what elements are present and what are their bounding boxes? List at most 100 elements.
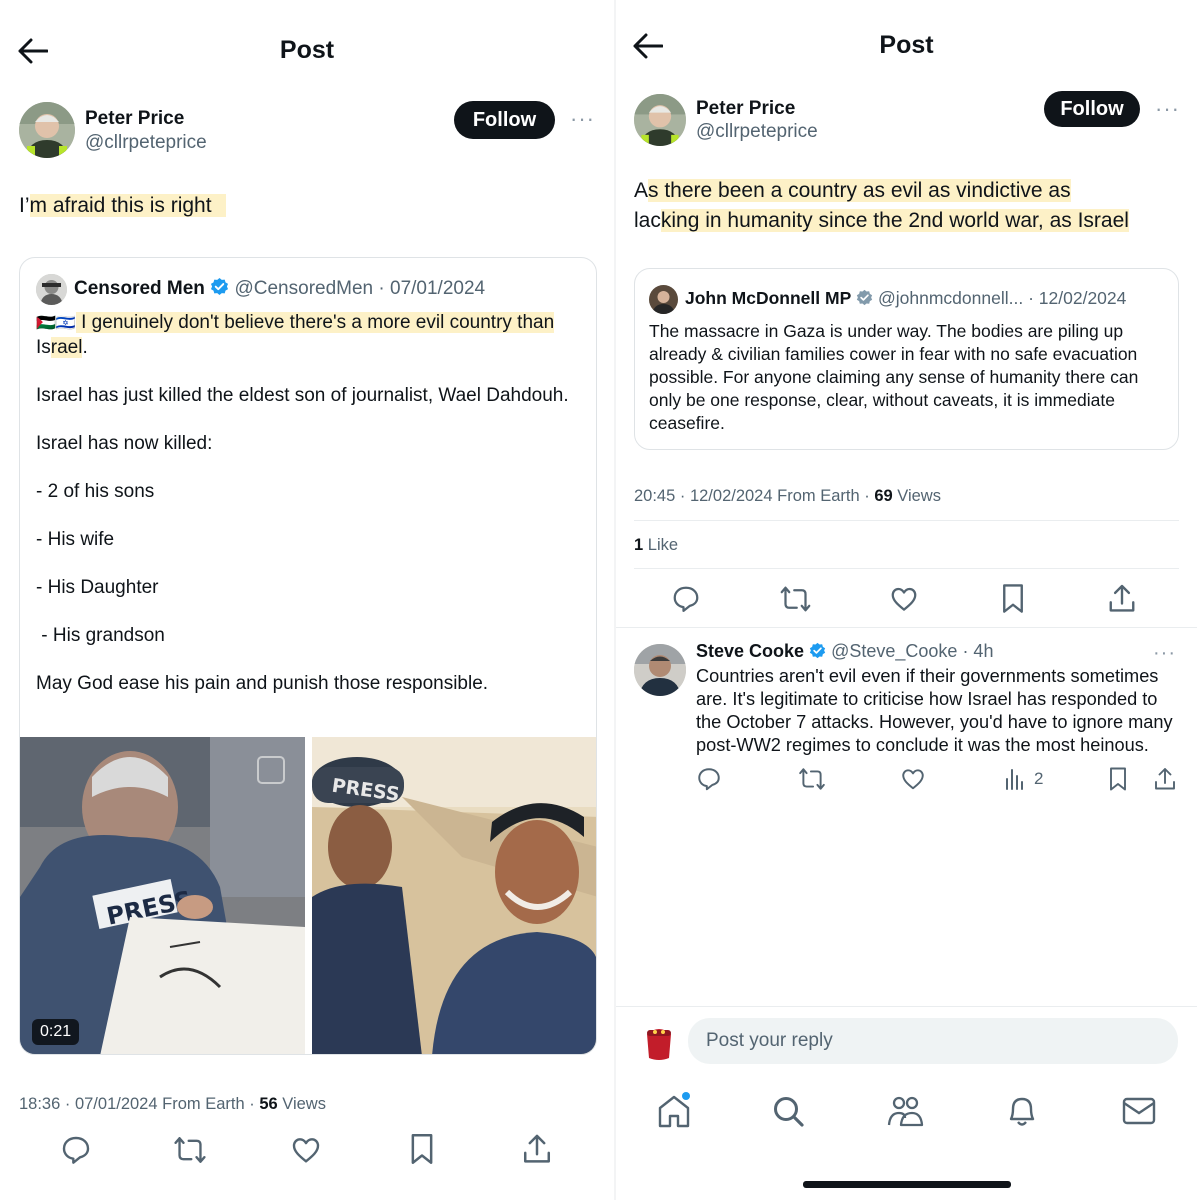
- quoted-line-2-pre: Is: [36, 337, 51, 358]
- likes-count: 1: [634, 536, 644, 554]
- quoted-highlight-2: rael: [50, 337, 83, 358]
- like-icon[interactable]: [900, 766, 926, 792]
- right-screenshot: Post Peter Price @cllrpeteprice Follow ·…: [616, 0, 1197, 1200]
- quoted-author-name[interactable]: Censored Men: [74, 278, 205, 299]
- quoted-header: Censored Men @CensoredMen · 07/01/2024: [74, 277, 485, 300]
- divider: [634, 568, 1179, 569]
- quoted-avatar[interactable]: [649, 285, 678, 314]
- share-icon[interactable]: [521, 1132, 553, 1166]
- reply-icon[interactable]: [671, 584, 701, 614]
- quoted-author-handle[interactable]: @johnmcdonnell...: [878, 288, 1023, 308]
- quoted-post[interactable]: John McDonnell MP @johnmcdonnell... · 12…: [634, 268, 1179, 450]
- post-text-highlighted: s there been a country as evil as vindic…: [648, 179, 1071, 202]
- author-name[interactable]: Peter Price: [696, 98, 795, 120]
- reply-icon[interactable]: [696, 766, 722, 792]
- post-line-2: lacking in humanity since the 2nd world …: [634, 206, 1184, 236]
- post-meta: 18:36 · 07/01/2024 From Earth · 56 Views: [19, 1095, 326, 1114]
- reply-input[interactable]: Post your reply: [688, 1018, 1178, 1064]
- quoted-date[interactable]: · 12/02/2024: [1028, 288, 1126, 308]
- home-indicator: [803, 1181, 1011, 1188]
- author-name[interactable]: Peter Price: [85, 108, 184, 130]
- like-icon[interactable]: [290, 1134, 322, 1166]
- reply-author-name[interactable]: Steve Cooke: [696, 641, 804, 661]
- retweet-icon[interactable]: [798, 766, 826, 792]
- post-text-highlighted: m afraid this is right: [29, 194, 226, 217]
- likes-label: Like: [643, 536, 679, 554]
- quoted-line-2: Israel.: [36, 336, 586, 360]
- retweet-icon[interactable]: [779, 584, 812, 614]
- post-meta: 20:45 · 12/02/2024 From Earth · 69 Views: [634, 487, 941, 506]
- quoted-paragraph: Israel has now killed:: [36, 433, 213, 454]
- author-handle[interactable]: @cllrpeteprice: [696, 121, 818, 143]
- more-icon[interactable]: ···: [570, 108, 595, 130]
- quoted-list-item: - 2 of his sons: [36, 481, 155, 502]
- views-button[interactable]: 2: [1004, 767, 1043, 791]
- quoted-author-name[interactable]: John McDonnell MP: [685, 288, 851, 308]
- messages-icon[interactable]: [1121, 1096, 1157, 1131]
- bookmark-icon[interactable]: [406, 1132, 438, 1166]
- avatar[interactable]: [19, 102, 75, 158]
- quoted-date[interactable]: · 07/01/2024: [378, 278, 485, 299]
- my-avatar[interactable]: [638, 1020, 680, 1062]
- quoted-paragraph: May God ease his pain and punish those r…: [36, 673, 489, 694]
- post-text-plain: I’: [19, 194, 30, 217]
- follow-button[interactable]: Follow: [1044, 91, 1140, 127]
- divider: [616, 1006, 1197, 1007]
- search-icon[interactable]: [771, 1094, 805, 1133]
- post-timestamp[interactable]: 18:36 · 07/01/2024 From Earth ·: [19, 1095, 259, 1113]
- avatar[interactable]: [634, 94, 686, 146]
- quoted-line-1: 🇵🇸🇮🇱 I genuinely don't believe there's a…: [36, 311, 586, 336]
- post-line-2-pre: lac: [634, 209, 661, 232]
- views-count: 56: [259, 1095, 278, 1113]
- views-count: 69: [874, 487, 893, 505]
- quoted-header: John McDonnell MP @johnmcdonnell... · 12…: [685, 288, 1126, 309]
- reply-avatar[interactable]: [634, 644, 686, 696]
- retweet-icon[interactable]: [173, 1134, 207, 1166]
- like-icon[interactable]: [889, 584, 919, 614]
- bookmark-icon[interactable]: [998, 582, 1028, 615]
- likes-summary[interactable]: 1 Like: [634, 536, 678, 555]
- more-icon[interactable]: ···: [1155, 98, 1180, 120]
- post-text-highlighted: king in humanity since the 2nd world war…: [660, 209, 1129, 232]
- post-timestamp[interactable]: 20:45 · 12/02/2024 From Earth ·: [634, 487, 874, 505]
- left-screenshot: Post Peter Price @cllrpeteprice Follow ·…: [0, 0, 614, 1200]
- post-text: As there been a country as evil as vindi…: [634, 176, 1184, 236]
- notifications-icon[interactable]: [1005, 1093, 1039, 1134]
- reply-views-count: 2: [1034, 769, 1044, 788]
- more-icon[interactable]: ···: [1153, 643, 1176, 663]
- author-handle[interactable]: @cllrpeteprice: [85, 132, 207, 154]
- photo-journalists[interactable]: PRESS: [312, 737, 596, 1054]
- follow-button[interactable]: Follow: [454, 101, 555, 139]
- divider: [616, 627, 1197, 628]
- reply-time[interactable]: · 4h: [962, 641, 993, 661]
- page-title: Post: [879, 31, 934, 59]
- quoted-avatar[interactable]: [36, 274, 67, 305]
- quoted-author-handle[interactable]: @CensoredMen: [234, 278, 373, 299]
- quoted-text: 🇵🇸🇮🇱 I genuinely don't believe there's a…: [36, 311, 586, 696]
- reply-author-handle[interactable]: @Steve_Cooke: [831, 641, 957, 661]
- verified-icon: [856, 289, 873, 306]
- video-duration: 0:21: [32, 1019, 80, 1045]
- quoted-list-item: - His grandson: [36, 625, 165, 646]
- post-text: I’m afraid this is right: [19, 191, 226, 221]
- share-icon[interactable]: [1107, 582, 1137, 615]
- quoted-list-item: - His Daughter: [36, 577, 159, 598]
- verified-icon: [809, 642, 826, 659]
- divider: [634, 520, 1179, 521]
- quoted-highlight-1: I genuinely don't believe there's a more…: [75, 312, 555, 333]
- reply-header: Steve Cooke @Steve_Cooke · 4h: [696, 641, 993, 662]
- quoted-post[interactable]: Censored Men @CensoredMen · 07/01/2024 🇵…: [19, 257, 597, 1055]
- views-icon: [1006, 769, 1023, 790]
- bookmark-icon[interactable]: [1106, 765, 1130, 793]
- communities-icon[interactable]: [886, 1094, 924, 1133]
- video-thumbnail[interactable]: PRESS 0:21: [20, 737, 305, 1054]
- home-icon[interactable]: [656, 1092, 692, 1135]
- post-line-1-pre: A: [634, 179, 649, 202]
- quoted-text: The massacre in Gaza is under way. The b…: [649, 321, 1139, 433]
- share-icon[interactable]: [1153, 765, 1177, 793]
- quoted-list-item: - His wife: [36, 529, 115, 550]
- quoted-line-2-post: .: [82, 337, 88, 358]
- reply-icon[interactable]: [60, 1134, 92, 1166]
- quoted-paragraph: Israel has just killed the eldest son of…: [36, 385, 569, 406]
- flag-emojis: 🇵🇸🇮🇱: [36, 315, 76, 332]
